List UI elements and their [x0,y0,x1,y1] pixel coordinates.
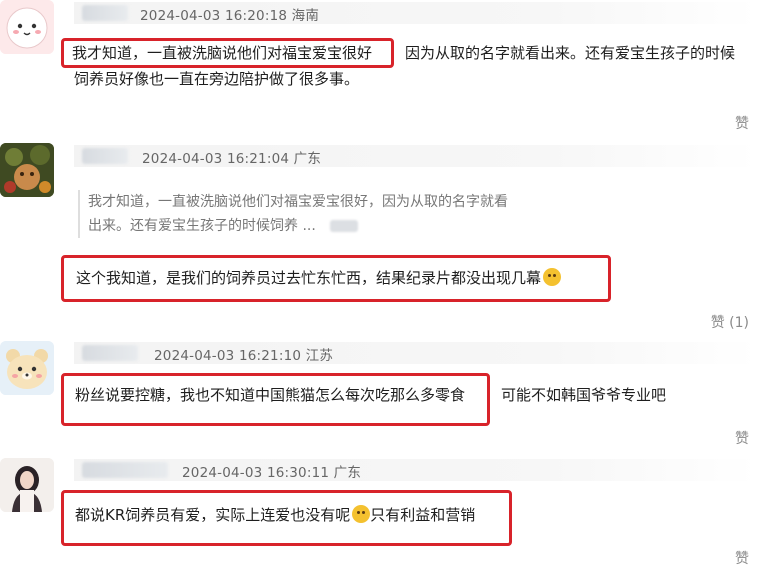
comment-highlight-text: 粉丝说要控糖，我也不知道中国熊猫怎么每次吃那么多零食 [75,386,466,404]
comment-meta: 2024-04-03 16:21:10 江苏 [154,348,334,364]
quoted-username-blurred [329,220,358,232]
comment-highlight-text: 都说KR饲养员有爱，实际上连爱也没有呢 只有利益和营销 [75,502,475,528]
comment-header: 2024-04-03 16:30:11 广东 [74,459,757,481]
like-button[interactable]: 赞 (1) [711,312,749,332]
username-blurred[interactable] [82,148,128,164]
comment-text: 可能不如韩国爷爷专业吧 [501,386,667,404]
comment-1: 2024-04-03 16:20:18 海南 我才知道，一直被洗脑说他们对福宝爱… [0,0,757,133]
comment-4: 2024-04-03 16:30:11 广东 都说KR饲养员有爱，实际上连爱也没… [0,455,757,574]
comment-highlight-text: 这个我知道，是我们的饲养员过去忙东忙西，结果纪录片都没出现几幕 [76,265,562,291]
comment-header: 2024-04-03 16:20:18 海南 [74,2,757,24]
comment-highlight-text-content: 这个我知道，是我们的饲养员过去忙东忙西，结果纪录片都没出现几幕 [76,269,542,287]
grin-emoji-icon [543,268,562,286]
quoted-text-line1: 我才知道，一直被洗脑说他们对福宝爱宝很好，因为从取的名字就看 [88,194,508,210]
like-button[interactable]: 赞 [735,548,749,568]
quoted-reply: 我才知道，一直被洗脑说他们对福宝爱宝很好，因为从取的名字就看 出来。还有爱宝生孩… [78,190,608,238]
person-avatar-icon [0,458,54,512]
comment-meta: 2024-04-03 16:30:11 广东 [182,465,362,481]
username-blurred[interactable] [82,462,168,478]
like-button[interactable]: 赞 [735,113,749,133]
comment-highlight-tail: 只有利益和营销 [370,506,476,524]
smile-emoji-icon [352,505,371,523]
comment-header: 2024-04-03 16:21:04 广东 [74,145,757,167]
like-button[interactable]: 赞 [735,428,749,448]
bear-avatar-icon [0,341,54,395]
comment-meta: 2024-04-03 16:21:04 广东 [142,151,322,167]
username-blurred[interactable] [82,5,128,21]
quoted-text-line2: 出来。还有爱宝生孩子的时候饲养 ... [88,214,608,238]
comment-header: 2024-04-03 16:21:10 江苏 [74,342,757,364]
photo-avatar-icon [0,143,54,197]
avatar[interactable] [0,458,54,512]
comment-highlight-text: 我才知道，一直被洗脑说他们对福宝爱宝很好 [72,44,373,62]
avatar[interactable] [0,0,54,54]
avatar[interactable] [0,143,54,197]
comment-meta: 2024-04-03 16:20:18 海南 [140,8,320,24]
comment-2: 2024-04-03 16:21:04 广东 我才知道，一直被洗脑说他们对福宝爱… [0,140,757,335]
username-blurred[interactable] [82,345,138,361]
comment-text: 因为从取的名字就看出来。还有爱宝生孩子的时候 [405,44,736,62]
quoted-text-line2-content: 出来。还有爱宝生孩子的时候饲养 ... [88,218,316,234]
comment-highlight-text-content: 都说KR饲养员有爱，实际上连爱也没有呢 [75,506,351,524]
comment-text-line2: 饲养员好像也一直在旁边陪护做了很多事。 [74,70,360,88]
comment-3: 2024-04-03 16:21:10 江苏 粉丝说要控糖，我也不知道中国熊猫怎… [0,338,757,453]
avatar[interactable] [0,341,54,395]
cartoon-avatar-icon [0,0,54,54]
